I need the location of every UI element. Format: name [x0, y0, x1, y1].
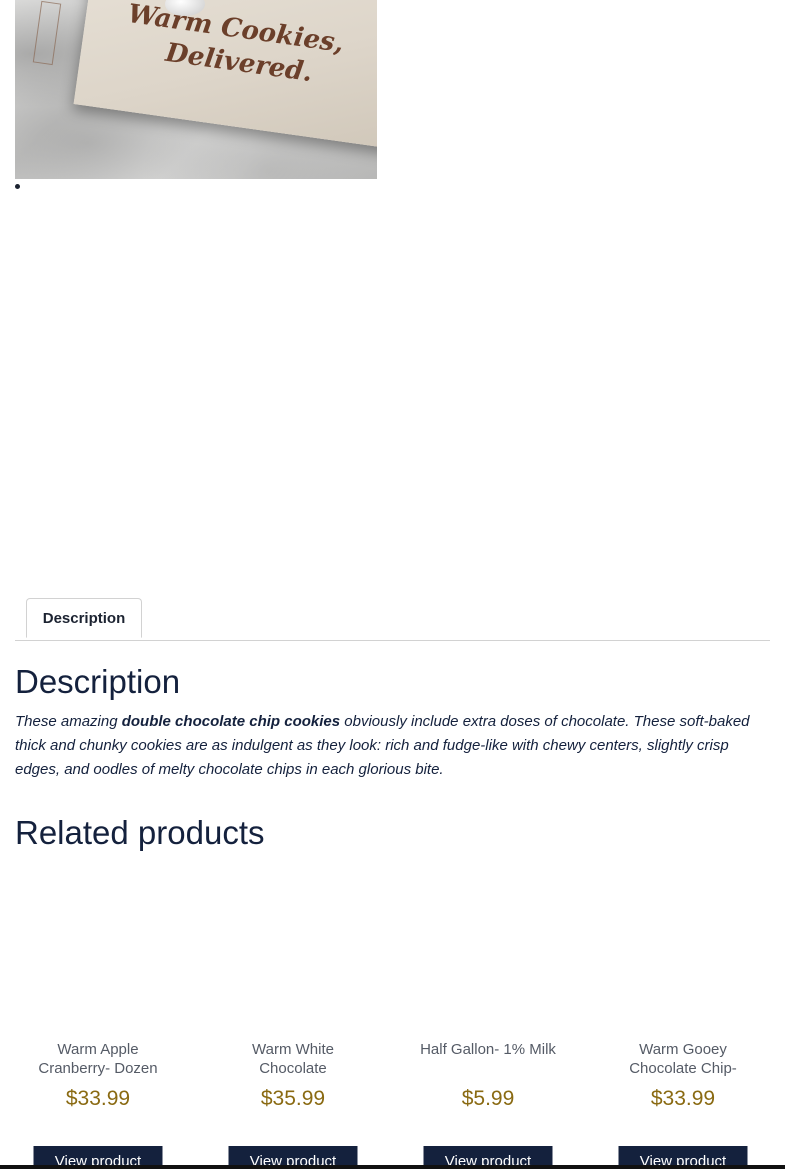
product-price: $33.99: [650, 1087, 716, 1110]
related-product-card[interactable]: Half Gallon- 1% Milk $5.99 View product: [408, 1040, 568, 1169]
description-text: These amazing double chocolate chip cook…: [15, 710, 770, 782]
description-text-bold: double chocolate chip cookies: [121, 713, 341, 730]
related-product-card[interactable]: Warm Apple Cranberry- Dozen $33.99 View …: [18, 1040, 178, 1169]
related-products-heading: Related products: [15, 814, 265, 851]
related-product-card[interactable]: Warm White Chocolate $35.99 View product: [213, 1040, 373, 1169]
related-products-list: Warm Apple Cranberry- Dozen $33.99 View …: [0, 1040, 785, 1169]
product-tabs: Description: [15, 598, 770, 641]
tab-description[interactable]: Description: [26, 598, 142, 638]
related-product-card[interactable]: Warm Gooey Chocolate Chip- $33.99 View p…: [603, 1040, 763, 1169]
product-title[interactable]: Warm Gooey Chocolate Chip-: [613, 1040, 753, 1078]
bottom-bar: [0, 1165, 785, 1169]
product-title[interactable]: Warm White Chocolate: [223, 1040, 363, 1078]
product-price: $5.99: [461, 1087, 515, 1110]
product-price: $35.99: [260, 1087, 326, 1110]
product-title[interactable]: Warm Apple Cranberry- Dozen: [28, 1040, 168, 1078]
product-image[interactable]: Warm Cookies, Delivered.: [15, 0, 377, 179]
description-heading: Description: [15, 663, 181, 700]
gallery-bullet[interactable]: [15, 184, 20, 189]
product-title[interactable]: Half Gallon- 1% Milk: [418, 1040, 558, 1078]
product-page: Warm Cookies, Delivered. Description Des…: [0, 0, 785, 1169]
product-price: $33.99: [65, 1087, 131, 1110]
description-text-before: These amazing: [15, 713, 122, 730]
